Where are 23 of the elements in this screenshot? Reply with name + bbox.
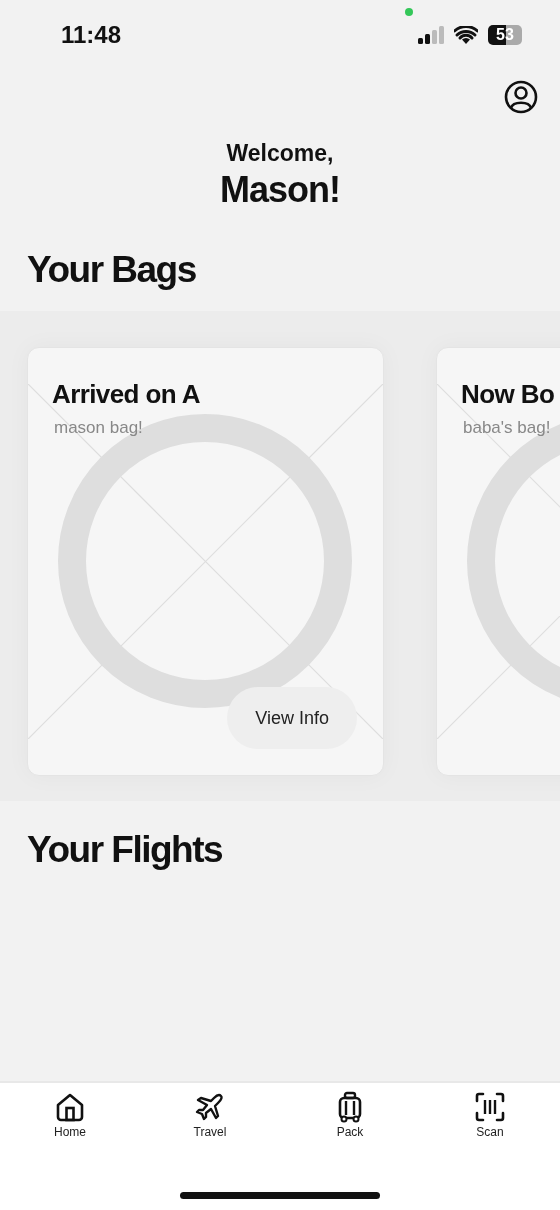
profile-icon[interactable] [504,80,538,114]
bag-status: Arrived on A [52,379,201,410]
airplane-icon [194,1091,226,1123]
camera-indicator-icon [405,8,413,16]
status-time: 11:48 [61,21,122,49]
user-name: Mason! [219,169,341,211]
welcome-text: Welcome, [225,140,335,167]
wifi-icon [454,26,478,44]
scan-icon [474,1091,506,1123]
tab-item[interactable]: Pack [315,1091,385,1139]
bag-status: Now Bo [461,379,556,410]
bag-name: mason bag! [54,418,144,438]
bag-name: baba's bag! [463,418,552,438]
signal-icon [418,26,444,44]
view-info-button[interactable]: View Info [227,687,357,749]
tab-item[interactable]: Home [35,1091,105,1139]
tab-item[interactable]: Scan [455,1091,525,1139]
bag-card[interactable]: Arrived on A mason bag! View Info [27,347,384,776]
section-heading: Your Flights [27,829,224,871]
home-icon [54,1091,86,1123]
tab-item[interactable]: Travel [175,1091,245,1139]
section-heading: Your Bags [27,249,197,291]
bag-card[interactable]: Now Bo baba's bag! [436,347,560,776]
